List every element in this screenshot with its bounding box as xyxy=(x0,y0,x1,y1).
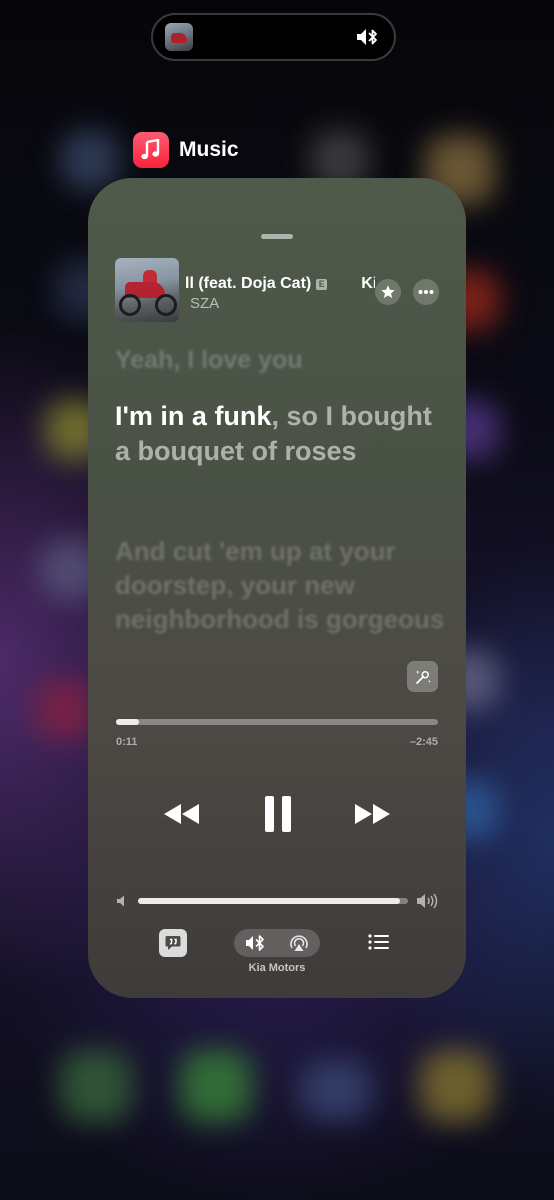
rewind-icon xyxy=(164,804,199,824)
artist-name[interactable]: SZA xyxy=(190,295,219,312)
lyric-line-next[interactable]: And cut 'em up at your doorstep, your ne… xyxy=(115,534,445,636)
next-track-button[interactable] xyxy=(350,796,394,832)
volume-high-icon xyxy=(416,892,438,910)
playback-progress-fill xyxy=(116,719,139,725)
star-icon xyxy=(381,285,395,298)
blurred-dock-icon xyxy=(300,1060,372,1120)
album-thumbnail xyxy=(165,23,193,51)
queue-icon xyxy=(368,934,389,950)
song-title: ll (feat. Doja Cat) xyxy=(185,275,312,292)
bluetooth-speaker-icon xyxy=(245,935,264,951)
queue-button[interactable] xyxy=(366,931,392,953)
dynamic-island[interactable] xyxy=(151,13,396,61)
volume-level-fill xyxy=(138,898,400,904)
now-playing-card[interactable]: ll (feat. Doja Cat) E Ki SZA Yeah, I love … xyxy=(88,178,466,998)
music-note-icon xyxy=(133,132,169,168)
audio-route-control[interactable] xyxy=(234,929,320,957)
album-art xyxy=(115,258,179,322)
sing-button[interactable] xyxy=(407,661,438,692)
blurred-app-icon xyxy=(60,130,120,190)
volume-low-icon xyxy=(116,894,130,908)
remaining-time: –2:45 xyxy=(409,736,438,748)
pause-icon xyxy=(265,796,291,832)
song-title-marquee-next: Ki xyxy=(361,275,375,292)
pause-button[interactable] xyxy=(256,792,300,836)
lyrics-icon xyxy=(165,936,181,950)
grabber-handle[interactable] xyxy=(261,234,293,239)
lyrics-button[interactable] xyxy=(159,929,187,957)
more-button[interactable] xyxy=(413,279,439,305)
app-switcher-label[interactable]: Music xyxy=(133,132,239,168)
explicit-badge: E xyxy=(316,279,328,290)
lyric-line-previous[interactable]: Yeah, I love you xyxy=(115,346,445,375)
playback-scrubber[interactable] xyxy=(116,719,438,725)
sing-icon xyxy=(415,669,431,684)
previous-track-button[interactable] xyxy=(160,796,204,832)
more-icon xyxy=(418,290,434,294)
lyric-sung-part: I'm in a funk xyxy=(115,401,272,431)
airplay-icon xyxy=(289,935,308,951)
elapsed-time: 0:11 xyxy=(116,736,138,748)
lyric-line-current[interactable]: I'm in a funk, so I bought a bouquet of … xyxy=(115,399,445,469)
forward-icon xyxy=(355,804,390,824)
app-name: Music xyxy=(179,138,239,161)
blurred-dock-icon xyxy=(180,1050,252,1122)
speaker-bluetooth-icon xyxy=(356,26,380,48)
favorite-button[interactable] xyxy=(375,279,401,305)
blurred-dock-icon xyxy=(420,1050,492,1122)
blurred-dock-icon xyxy=(60,1050,132,1122)
volume-slider[interactable] xyxy=(138,898,408,904)
blurred-app-icon xyxy=(35,680,95,740)
song-title-marquee: ll (feat. Doja Cat) E Ki xyxy=(185,275,375,297)
output-device-name: Kia Motors xyxy=(248,962,306,974)
